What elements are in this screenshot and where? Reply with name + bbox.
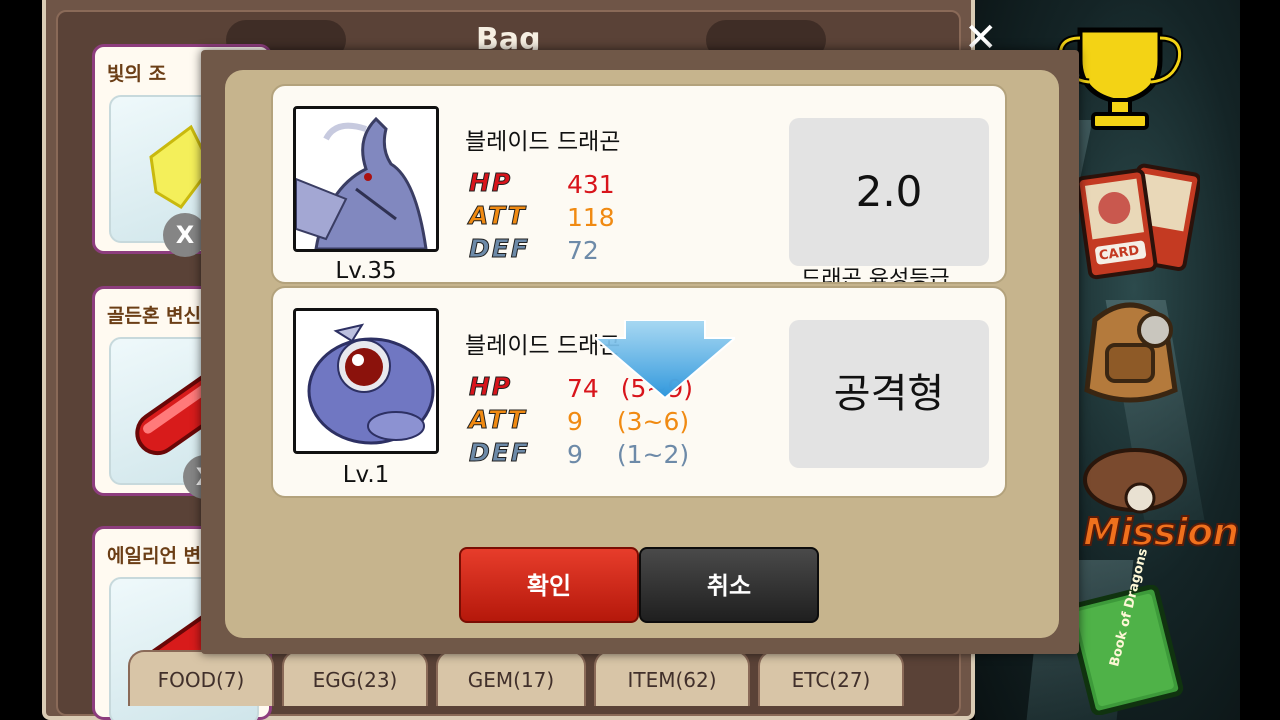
result-dragon-portrait xyxy=(293,308,439,454)
att-value-range: (3~6) xyxy=(616,407,690,436)
grade-caption: 드래곤 육성등급 xyxy=(801,267,950,284)
item-name: 골든혼 변신 xyxy=(107,305,202,327)
dragon-type: 공격형 xyxy=(789,320,989,468)
def-label: DEF xyxy=(469,438,530,468)
book-of-dragons-button[interactable]: Book of Dragons xyxy=(1060,547,1190,719)
att-value: 9 (3~6) xyxy=(567,407,689,436)
current-dragon-panel: Lv.35 블레이드 드래곤 HP ATT DEF 431 118 72 2.0… xyxy=(271,84,1007,284)
mission-label: Mission xyxy=(1082,509,1240,555)
hp-value: 431 xyxy=(567,170,615,199)
hp-label: HP xyxy=(468,168,513,198)
def-value-number: 9 xyxy=(567,440,583,469)
blade-dragon-baby-image xyxy=(296,311,436,451)
confirm-button[interactable]: 확인 xyxy=(459,547,639,623)
game-screen: CARD Mission Book of Dragons Bag ✕ 빛의 조 … xyxy=(0,0,1280,720)
current-dragon-name: 블레이드 드래곤 xyxy=(465,129,621,155)
result-level: Lv.1 xyxy=(342,462,390,488)
current-dragon-portrait xyxy=(293,106,439,252)
tab-gem[interactable]: GEM(17) xyxy=(436,650,586,706)
card-menu-button[interactable]: CARD xyxy=(1075,160,1202,289)
def-value-range: (1~2) xyxy=(616,440,690,469)
tab-egg[interactable]: EGG(23) xyxy=(282,650,428,706)
card-icon xyxy=(1075,163,1202,280)
def-value: 9 (1~2) xyxy=(567,440,689,469)
transform-dialog: Lv.35 블레이드 드래곤 HP ATT DEF 431 118 72 2.0… xyxy=(201,50,1079,654)
att-label: ATT xyxy=(469,201,527,231)
cancel-button[interactable]: 취소 xyxy=(639,547,819,623)
backpack-icon xyxy=(1084,302,1178,403)
att-label: ATT xyxy=(469,405,527,435)
item-name: 빛의 조 xyxy=(107,63,167,85)
att-value: 118 xyxy=(567,203,615,232)
arrow-down-icon xyxy=(595,320,735,400)
item-name: 에일리언 변 xyxy=(107,545,202,567)
current-level: Lv.35 xyxy=(335,258,397,284)
backpack-button[interactable] xyxy=(1075,290,1185,414)
tab-item[interactable]: ITEM(62) xyxy=(594,650,750,706)
def-label: DEF xyxy=(469,234,530,264)
blade-dragon-adult-image xyxy=(296,109,436,249)
att-value-number: 9 xyxy=(567,407,583,436)
hp-label: HP xyxy=(468,372,513,402)
def-value: 72 xyxy=(567,236,599,265)
bag-category-tabs: FOOD(7) EGG(23) GEM(17) ITEM(62) ETC(27) xyxy=(128,650,908,710)
grade-value: 2.0 xyxy=(789,118,989,266)
tab-food[interactable]: FOOD(7) xyxy=(128,650,274,706)
mission-button[interactable]: Mission xyxy=(1075,440,1240,560)
tab-etc[interactable]: ETC(27) xyxy=(758,650,904,706)
